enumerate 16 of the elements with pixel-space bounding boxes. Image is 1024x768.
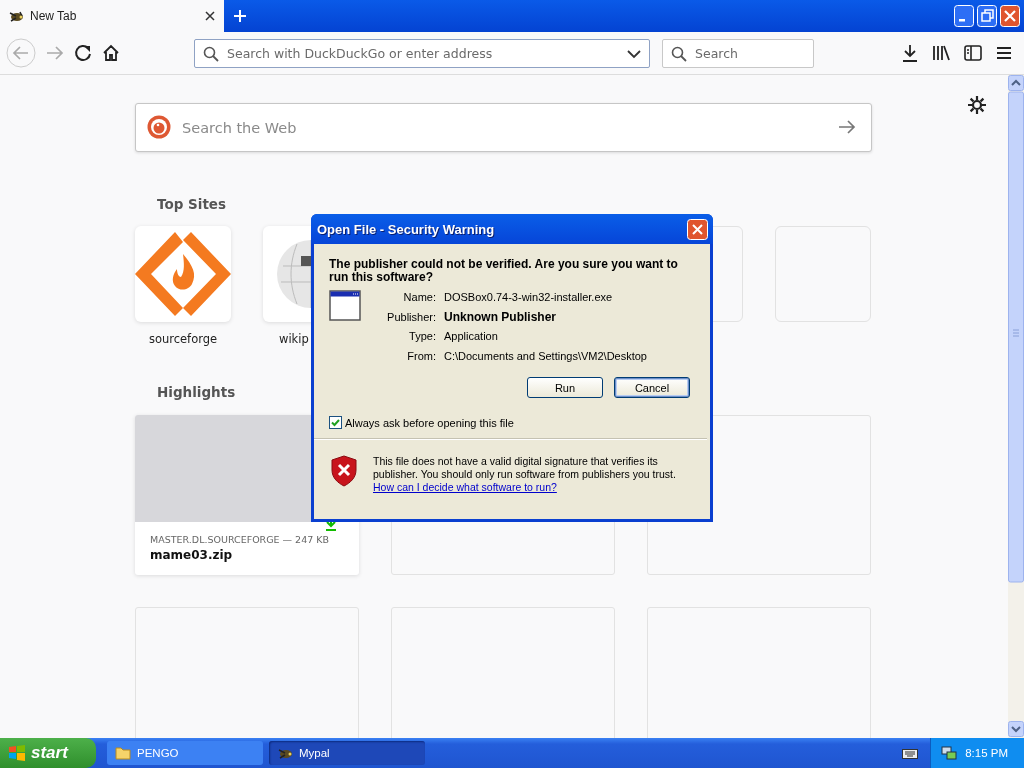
section-heading: Top Sites [157,195,227,214]
field-value: Application [444,329,499,344]
field-label: From: [406,348,436,363]
card-title: mame03.zip [150,548,234,562]
section-heading: Highlights [157,383,236,402]
dialog-title: Open File - Security Warning [317,221,495,237]
field-label: Name: [402,290,436,305]
tab-title: New Tab [30,9,78,23]
field-label: Publisher: [386,309,436,324]
warning-question: The publisher could not be verified. Are you sure you want to run this software? [329,258,679,284]
warning-text: This file does not have a valid digital signature that verifies its publisher. You should only run software from publishers you trust. [373,455,676,480]
field-value: C:\Documents and Settings\VM2\Desktop [444,348,647,363]
field-value: Unknown Publisher [444,309,557,324]
card-source: MASTER.DL.SOURCEFORGE — 247 KB [150,534,330,545]
field-label: Type: [408,329,436,344]
field-value: DOSBox0.74-3-win32-installer.exe [444,290,614,305]
